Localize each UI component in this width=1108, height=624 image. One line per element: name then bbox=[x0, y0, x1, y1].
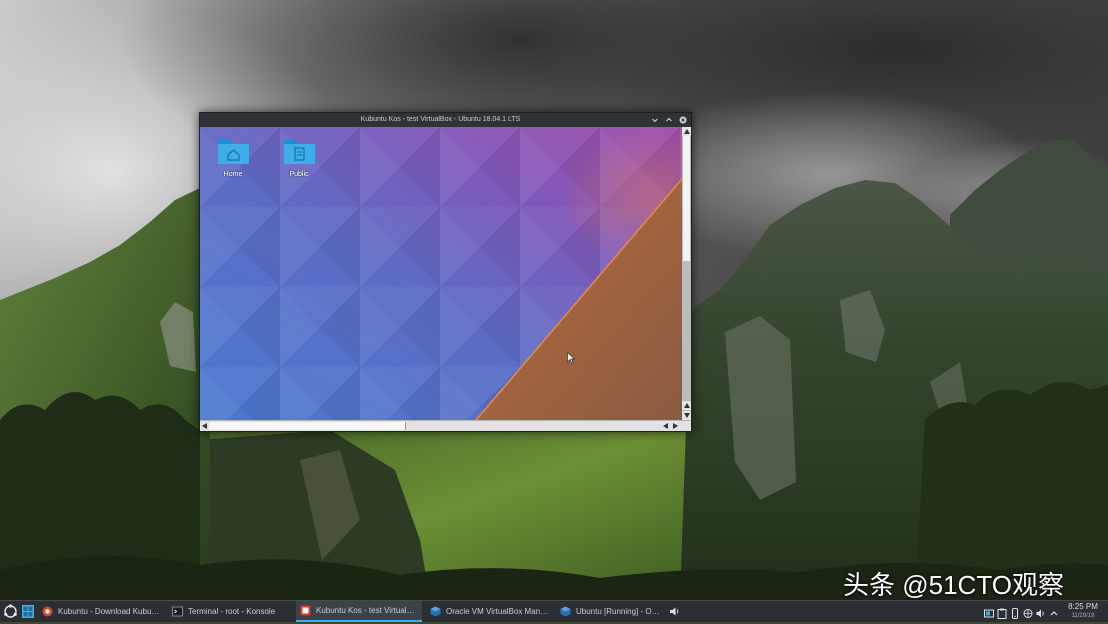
virtualbox-vm-icon bbox=[300, 605, 311, 616]
task-label: Terminal - root - Konsole bbox=[188, 607, 276, 616]
maximize-button[interactable] bbox=[665, 116, 673, 124]
scroll-up-button[interactable] bbox=[682, 127, 691, 136]
taskbar: Kubuntu - Download Kubuntu Terminal - ro… bbox=[0, 600, 1108, 622]
task-terminal[interactable]: Terminal - root - Konsole bbox=[168, 601, 294, 622]
kde-connect-icon[interactable] bbox=[1010, 606, 1020, 619]
guest-desktop[interactable]: Home Public bbox=[200, 127, 682, 420]
task-virtualbox-running[interactable]: Ubuntu [Running] - Oracle VM VirtualBox bbox=[556, 601, 666, 622]
scroll-left-button[interactable] bbox=[200, 421, 209, 431]
home-folder-icon bbox=[217, 140, 249, 164]
vm-window[interactable]: Kubuntu Kos - test VirtualBox - Ubuntu 1… bbox=[199, 112, 692, 432]
task-label: Oracle VM VirtualBox Manager bbox=[446, 607, 550, 616]
horizontal-scrollbar[interactable] bbox=[200, 420, 691, 431]
watermark-text: 头条 @51CTO观察 bbox=[843, 570, 1064, 600]
digital-clock[interactable]: 8:25 PM 11/29/19 bbox=[1060, 602, 1106, 620]
network-icon[interactable] bbox=[1023, 606, 1033, 618]
desktop-icon-label: Home bbox=[223, 171, 243, 178]
scroll-left-button-end[interactable] bbox=[661, 421, 670, 431]
task-virtualbox-manager[interactable]: Oracle VM VirtualBox Manager bbox=[426, 601, 554, 622]
virtualbox-icon bbox=[430, 606, 441, 617]
arrow-up-icon bbox=[683, 129, 690, 134]
arrow-right-icon bbox=[673, 423, 678, 429]
close-button[interactable] bbox=[679, 116, 687, 124]
speaker-icon[interactable] bbox=[669, 606, 680, 617]
arrow-up-icon bbox=[683, 403, 690, 408]
public-folder-icon bbox=[283, 140, 315, 164]
virtualbox-icon bbox=[560, 606, 571, 617]
terminal-icon bbox=[172, 606, 183, 617]
desktop-icon-label: Public bbox=[289, 171, 309, 178]
scroll-right-button[interactable] bbox=[671, 421, 680, 431]
task-label: Kubuntu - Download Kubuntu bbox=[58, 607, 162, 616]
volume-icon[interactable] bbox=[1036, 606, 1046, 618]
arrow-down-icon bbox=[683, 413, 690, 418]
task-label: Ubuntu [Running] - Oracle VM VirtualBox bbox=[576, 607, 662, 616]
close-icon bbox=[679, 116, 687, 124]
desktop-icon-public[interactable]: Public bbox=[274, 137, 324, 178]
browser-icon bbox=[42, 606, 53, 617]
desktop-pager-icon[interactable] bbox=[22, 605, 34, 618]
clock-date: 11/29/19 bbox=[1071, 613, 1095, 619]
desktop-icon-home[interactable]: Home bbox=[208, 137, 258, 178]
vertical-scrollbar[interactable] bbox=[682, 127, 691, 420]
task-browser[interactable]: Kubuntu - Download Kubuntu bbox=[38, 601, 166, 622]
system-tray bbox=[984, 606, 1059, 619]
minimize-icon bbox=[652, 118, 658, 123]
kubuntu-logo-icon[interactable] bbox=[3, 604, 18, 619]
arrow-left-icon bbox=[202, 423, 207, 429]
clock-time: 8:25 PM bbox=[1068, 602, 1098, 611]
scroll-up-button-bottom[interactable] bbox=[682, 401, 691, 410]
notifications-icon[interactable] bbox=[984, 606, 994, 618]
scroll-thumb[interactable] bbox=[209, 422, 406, 430]
clipboard-icon[interactable] bbox=[997, 606, 1007, 619]
arrow-left-icon bbox=[663, 423, 668, 429]
window-title: Kubuntu Kos - test VirtualBox - Ubuntu 1… bbox=[360, 116, 521, 123]
window-titlebar[interactable]: Kubuntu Kos - test VirtualBox - Ubuntu 1… bbox=[200, 113, 691, 127]
mouse-cursor-icon bbox=[567, 352, 575, 364]
scroll-down-button[interactable] bbox=[682, 411, 691, 420]
scroll-thumb[interactable] bbox=[683, 136, 690, 261]
show-hidden-icons-icon[interactable] bbox=[1049, 606, 1059, 617]
task-virtualbox-vm[interactable]: Kubuntu Kos - test VirtualBox - Ubuntu 1… bbox=[296, 601, 422, 622]
plasma-wallpaper bbox=[200, 127, 682, 420]
task-label: Kubuntu Kos - test VirtualBox - Ubuntu 1… bbox=[316, 606, 418, 615]
maximize-icon bbox=[666, 117, 672, 122]
minimize-button[interactable] bbox=[651, 116, 659, 124]
